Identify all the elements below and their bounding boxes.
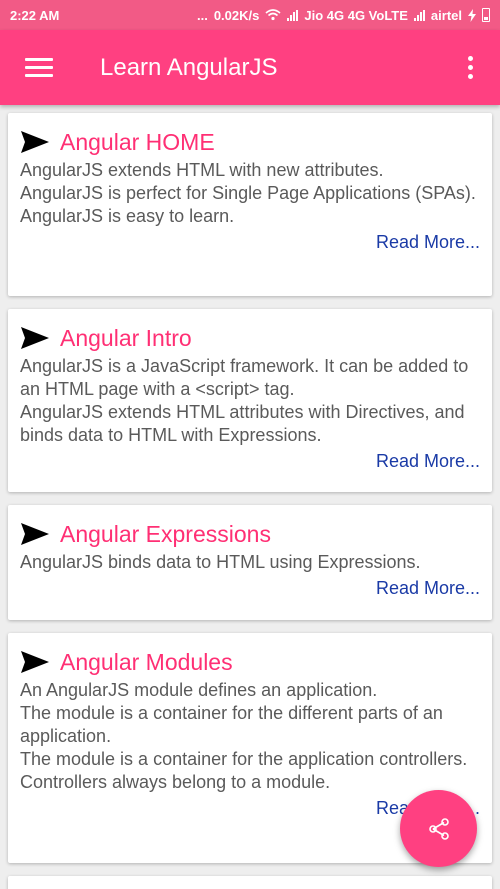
- read-more-link[interactable]: Read More...: [20, 451, 480, 472]
- carrier-airtel: airtel: [430, 7, 462, 23]
- charging-icon: [468, 8, 476, 22]
- status-time: 2:22 AM: [10, 7, 60, 23]
- status-bar: 2:22 AM ... 0.02K/s Jio 4G 4G VoLTE airt…: [0, 0, 500, 30]
- card-title: Angular HOME: [60, 128, 215, 155]
- card-header: Angular HOME: [20, 127, 480, 157]
- status-right-group: ... 0.02K/s Jio 4G 4G VoLTE airtel: [197, 8, 490, 23]
- app-title: Learn AngularJS: [100, 53, 278, 81]
- topic-card-intro[interactable]: Angular Intro AngularJS is a JavaScript …: [8, 309, 492, 492]
- topic-card-partial[interactable]: [8, 876, 492, 889]
- hamburger-menu-icon: [25, 58, 53, 77]
- card-header: Angular Intro: [20, 323, 480, 353]
- card-description: AngularJS is a JavaScript framework. It …: [20, 356, 469, 445]
- status-dots: ...: [196, 7, 208, 23]
- network-speed: 0.02K/s: [213, 7, 260, 23]
- app-bar: Learn AngularJS: [0, 30, 500, 105]
- send-icon: [21, 131, 49, 153]
- wifi-icon: [265, 9, 281, 21]
- card-description: An AngularJS module defines an applicati…: [20, 680, 468, 792]
- card-title: Angular Modules: [60, 648, 233, 675]
- card-title: Angular Intro: [60, 324, 192, 351]
- send-icon: [21, 327, 49, 349]
- read-more-link[interactable]: Read More...: [20, 232, 480, 253]
- read-more-link[interactable]: Read More...: [20, 578, 480, 599]
- carrier-jio: Jio 4G 4G VoLTE: [304, 7, 408, 23]
- card-title: Angular Expressions: [60, 520, 271, 547]
- share-icon: [428, 817, 449, 840]
- signal-icon-2: [413, 9, 425, 21]
- overflow-menu-button[interactable]: [440, 30, 500, 105]
- battery-icon: [482, 8, 490, 22]
- send-icon: [21, 523, 49, 545]
- card-description: AngularJS binds data to HTML using Expre…: [20, 552, 421, 572]
- share-fab-button[interactable]: [400, 790, 477, 867]
- topic-card-expressions[interactable]: Angular Expressions AngularJS binds data…: [8, 505, 492, 620]
- send-icon: [21, 651, 49, 673]
- more-vert-icon: [467, 56, 473, 79]
- menu-button[interactable]: [0, 30, 78, 105]
- signal-icon: [287, 9, 299, 21]
- card-description: AngularJS extends HTML with new attribut…: [20, 160, 476, 226]
- card-header: Angular Modules: [20, 647, 480, 677]
- topic-card-home[interactable]: Angular HOME AngularJS extends HTML with…: [8, 113, 492, 296]
- card-header: Angular Expressions: [20, 519, 480, 549]
